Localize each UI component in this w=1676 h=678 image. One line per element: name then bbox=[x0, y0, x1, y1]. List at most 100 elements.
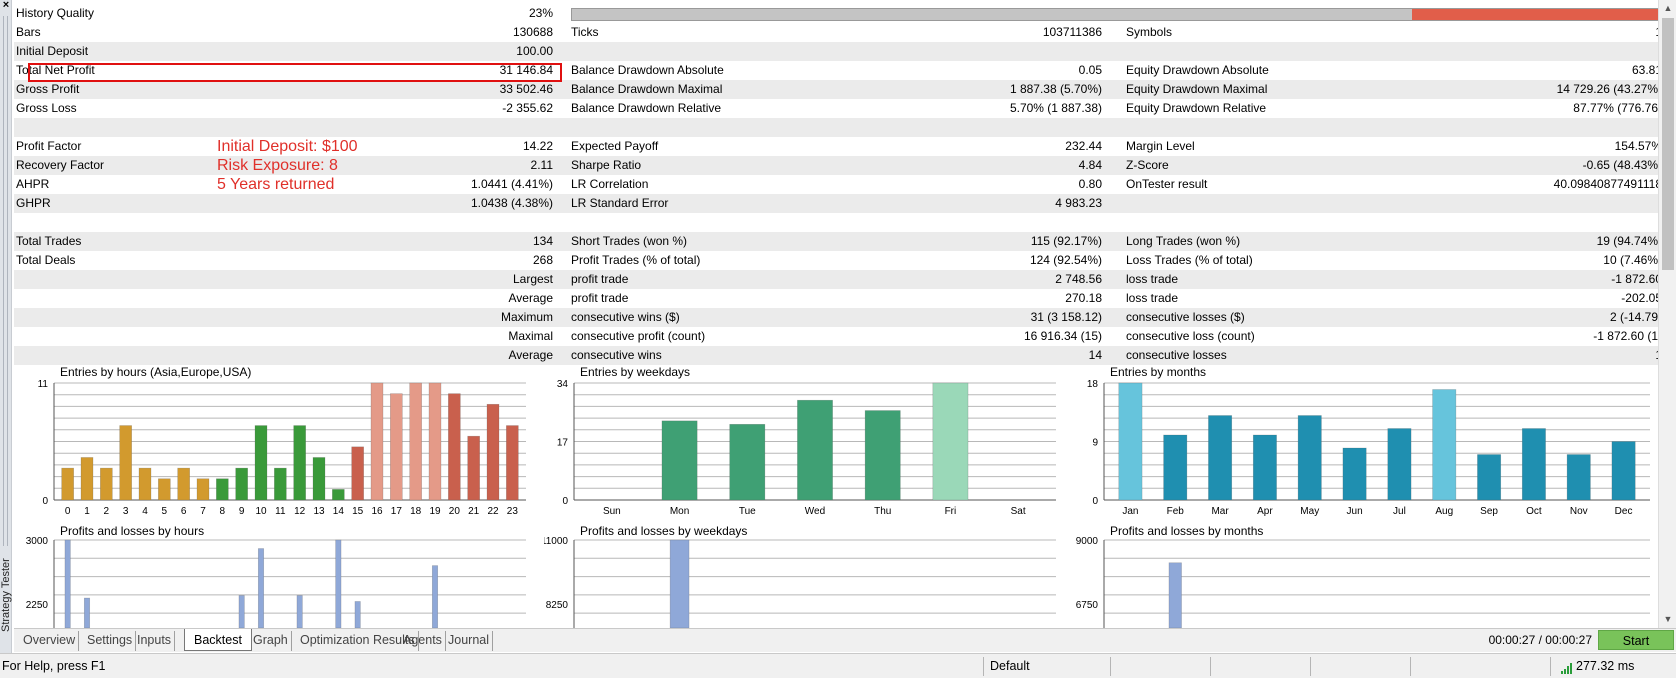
x-tick-label: 6 bbox=[181, 506, 187, 517]
stat-label-1: Profit Factor bbox=[16, 139, 82, 153]
x-tick-label: 2 bbox=[104, 506, 110, 517]
stat-value-3: 1 bbox=[1494, 25, 1658, 40]
stat-value-1: 33 502.46 bbox=[499, 82, 553, 96]
stat-value-1: Maximum bbox=[500, 310, 553, 324]
chart-bar bbox=[216, 478, 229, 501]
chart-bar bbox=[486, 403, 500, 501]
stats-row: Gross Profit 33 502.46 Balance Drawdown Ma… bbox=[14, 80, 1658, 99]
x-tick-label: 5 bbox=[162, 506, 168, 517]
stat-value-2: 0.80 bbox=[1078, 177, 1102, 191]
stat-label-2: Balance Drawdown Relative bbox=[571, 101, 722, 115]
tab-journal[interactable]: Journal bbox=[445, 631, 493, 651]
connection-signal-icon bbox=[1561, 663, 1572, 674]
x-tick-label: Mon bbox=[670, 506, 689, 517]
x-tick-label: Jan bbox=[1122, 506, 1138, 517]
x-tick-label: Sun bbox=[603, 506, 621, 517]
stat-value-3: 63.81 bbox=[1631, 63, 1658, 77]
chart-bar bbox=[254, 425, 268, 501]
tab-settings[interactable]: Settings bbox=[84, 631, 137, 651]
history-quality-value: 23% bbox=[528, 6, 553, 20]
stat-value-3: -1 872.60 bbox=[1611, 272, 1658, 286]
y-tick-label: 2250 bbox=[26, 600, 49, 611]
chart-bar bbox=[1432, 389, 1457, 501]
stat-value-2: 115 (92.17%) bbox=[1030, 234, 1102, 248]
stats-row: Bars 130688 Ticks 103711386 Symbols 1 bbox=[14, 23, 1658, 42]
tab-inputs[interactable]: Inputs bbox=[134, 631, 176, 651]
chart-bar bbox=[296, 595, 303, 628]
stat-value-1: Average bbox=[508, 291, 553, 305]
tab-backtest[interactable]: Backtest bbox=[184, 629, 252, 651]
stat-label-2: Sharpe Ratio bbox=[571, 158, 642, 172]
status-divider bbox=[1210, 657, 1211, 676]
tab-overview[interactable]: Overview bbox=[20, 631, 80, 651]
chart-bar bbox=[1566, 454, 1591, 501]
stat-value-1: -2 355.62 bbox=[502, 101, 553, 115]
stat-value-3: 40.09840877491118 bbox=[1553, 177, 1658, 191]
chart-bar bbox=[1163, 434, 1188, 501]
stat-label-3: Equity Drawdown Relative bbox=[1126, 101, 1267, 115]
stats-row: Total Trades 134 Short Trades (won %) 115 (… bbox=[14, 232, 1658, 251]
stats-row: Total Deals 268 Profit Trades (% of total)… bbox=[14, 251, 1658, 270]
chart-entries-by-months: Entries by months 0 9 18 Jan Feb Mar Apr May Jun J… bbox=[1087, 365, 1650, 517]
stat-label-3: Long Trades (won %) bbox=[1126, 234, 1241, 248]
y-tick-label: 0 bbox=[42, 496, 48, 507]
scroll-down-icon[interactable]: ▼ bbox=[1662, 613, 1674, 625]
stat-label-3: consecutive losses bbox=[1126, 348, 1227, 362]
chart-bar bbox=[1252, 434, 1277, 501]
stat-value-2: 5.70% (1 887.38) bbox=[1009, 101, 1102, 115]
x-tick-label: 16 bbox=[371, 506, 383, 517]
chart-bar bbox=[467, 435, 480, 501]
stat-label-2: LR Correlation bbox=[571, 177, 649, 191]
total-net-profit-highlight bbox=[28, 63, 562, 82]
drag-grip[interactable] bbox=[3, 16, 8, 546]
x-tick-label: Feb bbox=[1167, 506, 1185, 517]
x-tick-label: 3 bbox=[123, 506, 129, 517]
strategy-tester-sidebar: × Strategy Tester bbox=[0, 0, 12, 653]
chart-bar bbox=[1208, 415, 1233, 501]
vertical-scrollbar[interactable]: ▲ ▼ bbox=[1658, 0, 1676, 628]
x-tick-label: 15 bbox=[352, 506, 364, 517]
x-tick-label: May bbox=[1300, 506, 1319, 517]
start-button[interactable]: Start bbox=[1598, 630, 1674, 650]
chart-bar bbox=[235, 467, 248, 501]
y-tick-label: 0 bbox=[1092, 496, 1098, 507]
x-tick-label: Oct bbox=[1526, 506, 1542, 517]
close-icon[interactable]: × bbox=[1, 0, 11, 12]
x-tick-label: 13 bbox=[313, 506, 325, 517]
stat-label-2: LR Standard Error bbox=[571, 196, 669, 210]
x-tick-label: Wed bbox=[805, 506, 825, 517]
y-tick-label: 0 bbox=[562, 496, 568, 507]
chart-profits-and-losses-by-hours: Profits and losses by hours 2250 3000 bbox=[26, 524, 526, 628]
chart-bar bbox=[506, 425, 519, 501]
stat-value-3: 19 (94.74%) bbox=[1596, 234, 1658, 248]
stat-label-2: Balance Drawdown Absolute bbox=[571, 63, 724, 77]
stat-label-3: Loss Trades (% of total) bbox=[1126, 253, 1253, 267]
tab-graph[interactable]: Graph bbox=[250, 631, 292, 651]
chart-title: Profits and losses by weekdays bbox=[580, 524, 747, 538]
ping-value: 277.32 ms bbox=[1576, 659, 1635, 673]
stats-row: Maximum consecutive wins ($) 31 (3 158.12)… bbox=[14, 308, 1658, 327]
stat-value-3: -1 872.60 (1) bbox=[1593, 329, 1658, 343]
chart-title: Entries by hours (Asia,Europe,USA) bbox=[60, 365, 251, 379]
stat-label-3: Symbols bbox=[1126, 25, 1173, 39]
chart-bar bbox=[119, 425, 132, 501]
x-tick-label: 21 bbox=[468, 506, 480, 517]
status-divider bbox=[1310, 657, 1311, 676]
chart-title: Profits and losses by hours bbox=[60, 524, 204, 538]
annotation-line-2: Risk Exposure: 8 bbox=[217, 157, 338, 174]
backtest-report: History Quality 23% Bars 130688 Ticks 10371… bbox=[14, 0, 1658, 628]
tab-agents[interactable]: Agents bbox=[400, 631, 446, 651]
status-bar: For Help, press F1 Default 277.32 ms bbox=[0, 653, 1676, 678]
x-tick-label: 23 bbox=[507, 506, 519, 517]
scrollbar-thumb[interactable] bbox=[1662, 18, 1674, 270]
status-divider bbox=[1110, 657, 1111, 676]
chart-bar bbox=[351, 446, 364, 501]
chart-bar bbox=[138, 467, 152, 501]
chart-bar bbox=[100, 467, 113, 501]
x-tick-label: 17 bbox=[391, 506, 403, 517]
x-tick-label: Mar bbox=[1211, 506, 1229, 517]
chart-bar bbox=[370, 382, 384, 501]
chart-bar bbox=[158, 478, 171, 501]
stat-value-3: -0.65 (48.43%) bbox=[1582, 158, 1658, 172]
scroll-up-icon[interactable]: ▲ bbox=[1662, 2, 1674, 14]
